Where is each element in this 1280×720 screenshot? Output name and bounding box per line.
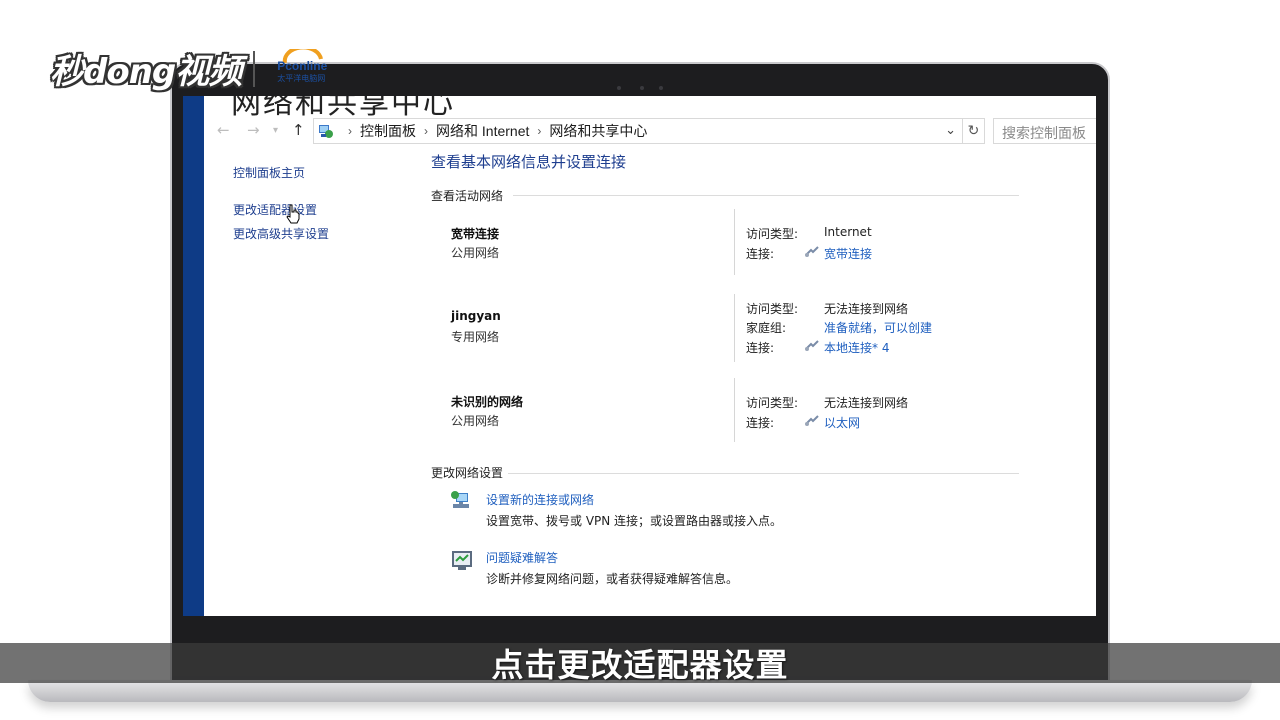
sidebar-item-change-adapter-settings[interactable]: 更改适配器设置 [233,201,317,218]
connection-label: 连接: [746,416,775,430]
address-dropdown-icon[interactable]: ⌄ [945,122,956,138]
troubleshoot-link[interactable]: 问题疑难解答 [486,549,558,566]
access-type-value: Internet [824,225,872,239]
homegroup-link[interactable]: 准备就绪，可以创建 [824,319,932,336]
up-arrow-icon[interactable]: ↑ [292,121,305,139]
dialup-connection-icon [805,246,819,257]
address-bar[interactable]: › 控制面板 › 网络和 Internet › 网络和共享中心 ⌄ [313,118,963,144]
camera-dot-icon [617,86,621,90]
back-arrow-icon[interactable]: ← [217,121,230,139]
logo-divider [253,50,256,87]
control-panel-icon [318,123,334,139]
connection-link-local-4[interactable]: 本地连接* 4 [824,339,889,356]
sidebar-item-control-panel-home[interactable]: 控制面板主页 [233,164,305,181]
network-name: 宽带连接 [451,227,500,241]
setup-new-connection-desc: 设置宽带、拨号或 VPN 连接；或设置路由器或接入点。 [486,514,783,528]
partner-logo: Pconline 太平洋电脑网 [265,48,345,89]
camera-dot-icon [659,86,663,90]
chevron-down-icon[interactable]: ▾ [273,125,278,136]
troubleshoot-icon [452,551,472,570]
active-networks-label: 查看活动网络 [431,189,504,203]
breadcrumb-control-panel[interactable]: 控制面板 [360,121,416,141]
partner-logo-text: Pconline [277,58,328,73]
video-subtitle: 点击更改适配器设置 [491,646,789,684]
ethernet-connection-icon [805,415,819,426]
access-type-label: 访问类型: [746,302,799,316]
homegroup-label: 家庭组: [746,321,787,335]
connection-label: 连接: [746,247,775,261]
search-input[interactable]: 搜索控制面板 [993,118,1096,144]
access-type-label: 访问类型: [746,227,799,241]
refresh-icon: ↻ [967,123,980,139]
hand-cursor-icon [286,204,300,224]
breadcrumb-network-internet[interactable]: 网络和 Internet [436,121,529,141]
access-type-value: 无法连接到网络 [824,302,909,316]
troubleshoot-desc: 诊断并修复网络问题，或者获得疑难解答信息。 [486,572,739,586]
connection-label: 连接: [746,341,775,355]
connection-link-ethernet[interactable]: 以太网 [824,414,860,431]
access-type-value: 无法连接到网络 [824,396,909,410]
network-type: 公用网络 [451,414,500,428]
section-divider [508,473,1019,474]
screen: 网络和共享中心 ← → ▾ ↑ › 控制面板 › 网络和 Internet › … [183,96,1096,616]
access-type-label: 访问类型: [746,396,799,410]
network-name: 未识别的网络 [451,395,524,409]
brand-logo-text: 秒dong视频 [50,52,242,92]
connection-link-broadband[interactable]: 宽带连接 [824,245,872,262]
partner-logo-subtext: 太平洋电脑网 [277,73,326,83]
breadcrumb-separator-icon: › [537,124,542,138]
network-type: 公用网络 [451,246,500,260]
forward-arrow-icon[interactable]: → [247,121,260,139]
breadcrumb-separator-icon: › [424,124,428,138]
network-divider [734,294,735,362]
new-connection-icon [451,491,469,508]
change-network-settings-label: 更改网络设置 [431,466,504,480]
setup-new-connection-link[interactable]: 设置新的连接或网络 [486,491,594,508]
watermark-logo: 秒dong视频 Pconline 太平洋电脑网 [50,44,345,93]
page-heading: 查看基本网络信息并设置连接 [431,153,627,171]
wireless-connection-icon [805,340,819,351]
network-type: 专用网络 [451,330,500,344]
camera-dot-icon [640,86,644,90]
navigation-bar: ← → ▾ ↑ › 控制面板 › 网络和 Internet › 网络和共享中心 … [211,118,1096,144]
network-divider [734,378,735,442]
sidebar-item-advanced-sharing-settings[interactable]: 更改高级共享设置 [233,225,329,242]
network-divider [734,209,735,275]
breadcrumb-network-sharing-center[interactable]: 网络和共享中心 [549,121,647,141]
desktop-background-strip [183,96,204,616]
refresh-button[interactable]: ↻ [963,118,985,144]
breadcrumb-separator-icon: › [348,124,352,138]
section-divider [513,195,1019,196]
network-name: jingyan [451,309,501,323]
